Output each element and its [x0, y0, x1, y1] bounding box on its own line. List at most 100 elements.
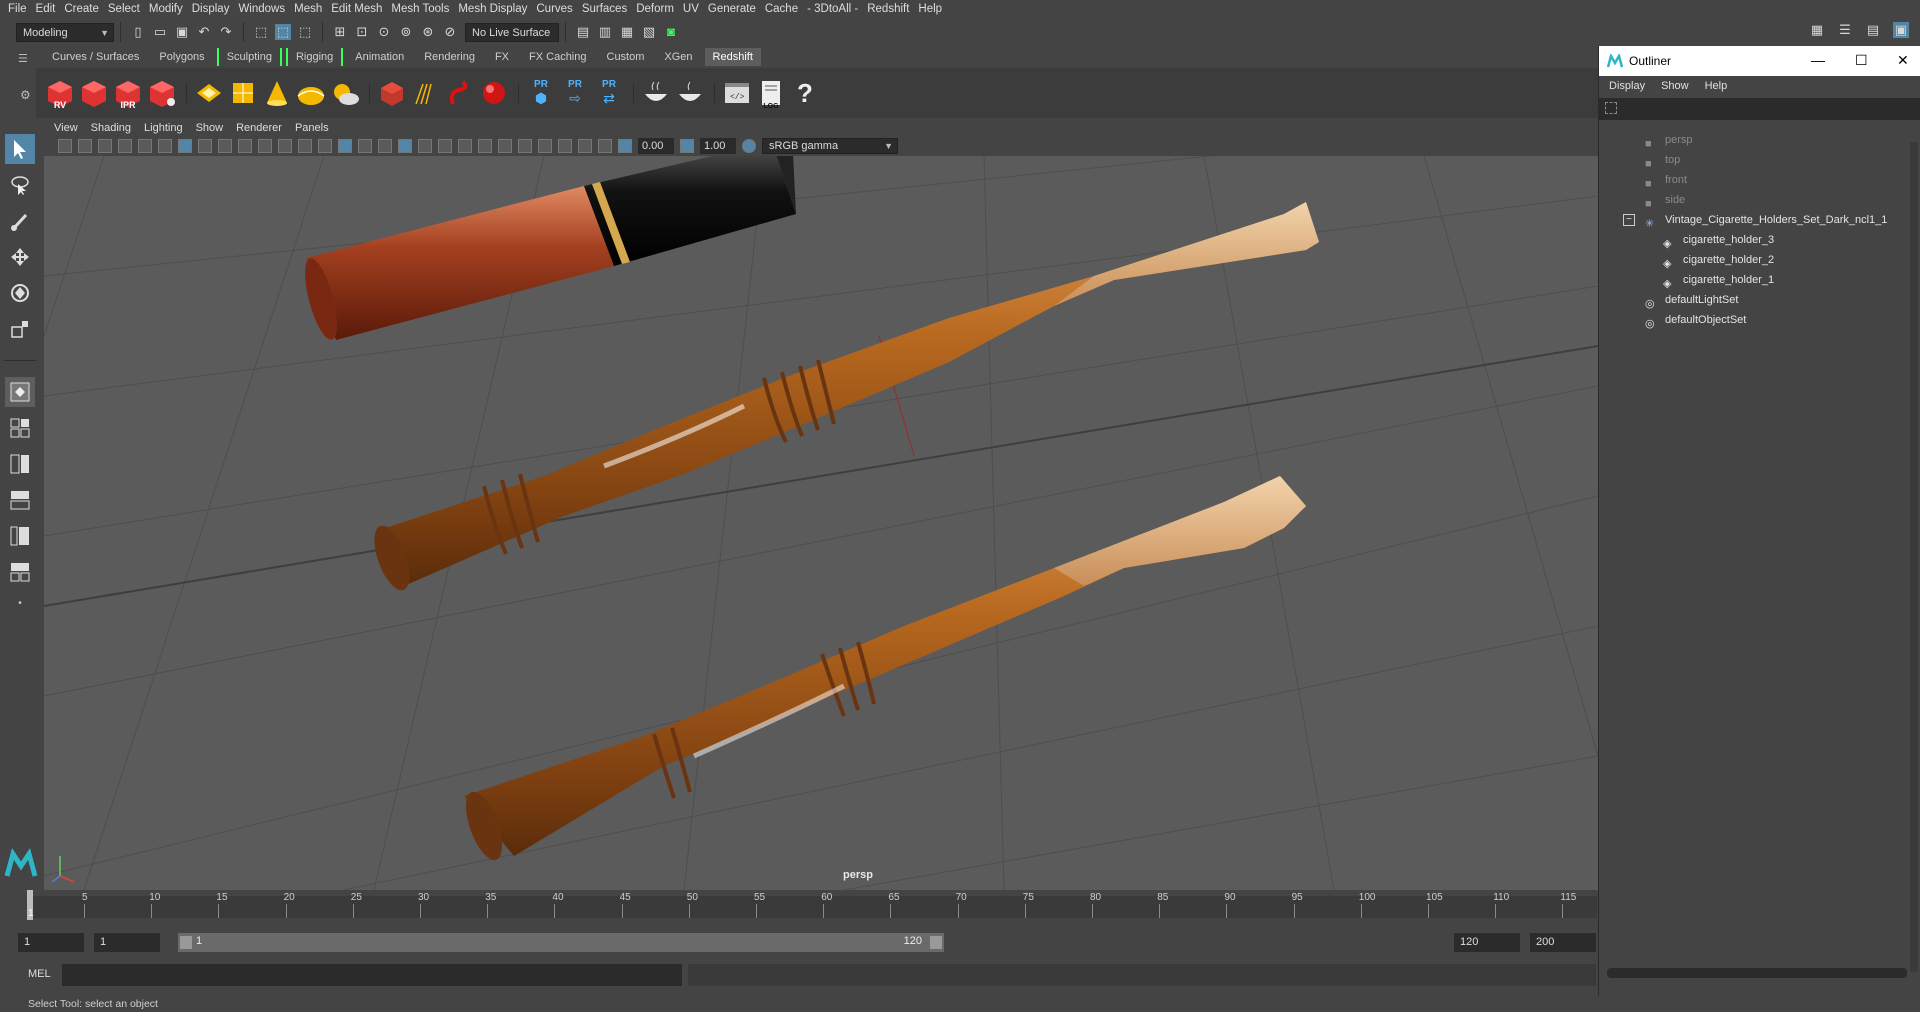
outliner-item-persp[interactable]: ■ persp	[1645, 130, 1693, 150]
wireframe-on-shaded-icon[interactable]	[378, 139, 392, 153]
time-slider[interactable]: 1 5 10 15 20 25 30 35 40 45 50 55 60 65 70 75 80 85 90 95 1…	[0, 890, 1598, 920]
outliner-item-cigarette-holder-1[interactable]: ◈ cigarette_holder_1	[1663, 270, 1774, 290]
menu-uv[interactable]: UV	[683, 3, 708, 15]
menu-create[interactable]: Create	[64, 3, 108, 15]
select-hierarchy-icon[interactable]: ⬚	[253, 24, 269, 40]
move-tool-button[interactable]	[5, 242, 35, 272]
tab-sculpting[interactable]: Sculpting	[216, 48, 282, 66]
menu-windows[interactable]: Windows	[238, 3, 294, 15]
dome-light-button[interactable]	[295, 74, 327, 112]
outliner-title-bar[interactable]: Outliner — ☐ ✕	[1599, 46, 1920, 76]
single-view-layout-button[interactable]	[5, 377, 35, 407]
outliner-menu-show[interactable]: Show	[1661, 80, 1689, 92]
outliner-item-cigarette-holder-3[interactable]: ◈ cigarette_holder_3	[1663, 230, 1774, 250]
depth-of-field-icon[interactable]	[518, 139, 532, 153]
mel-label[interactable]: MEL	[28, 968, 51, 980]
tab-rendering[interactable]: Rendering	[416, 48, 483, 66]
outliner-search-input[interactable]	[1599, 98, 1920, 120]
outliner-item-cigarette-holder-2[interactable]: ◈ cigarette_holder_2	[1663, 250, 1774, 270]
gamma-toggle-icon[interactable]	[680, 139, 694, 153]
render-view-icon[interactable]: ◙	[663, 24, 679, 40]
gear-icon[interactable]: ⚙	[20, 88, 31, 102]
pr-button-2[interactable]: PR ⇨	[559, 74, 591, 112]
menu-surfaces[interactable]: Surfaces	[582, 3, 636, 15]
outliner-item-top[interactable]: ■ top	[1645, 150, 1680, 170]
sun-sky-button[interactable]	[329, 74, 361, 112]
menu-generate[interactable]: Generate	[708, 3, 765, 15]
menu-display[interactable]: Display	[192, 3, 239, 15]
range-bar[interactable]: 1 120	[178, 933, 944, 952]
outliner-item-front[interactable]: ■ front	[1645, 170, 1687, 190]
side-by-side-layout-button[interactable]	[5, 449, 35, 479]
menu-mesh-tools[interactable]: Mesh Tools	[391, 3, 458, 15]
sphere-button[interactable]	[478, 74, 510, 112]
pr-button-3[interactable]: PR ⇄	[593, 74, 625, 112]
smooth-shade-icon[interactable]	[338, 139, 352, 153]
menu-redshift[interactable]: Redshift	[867, 3, 918, 15]
menu-file[interactable]: File	[8, 3, 36, 15]
render-view-rv-button[interactable]: RV	[44, 74, 76, 112]
xray-joints-icon[interactable]	[578, 139, 592, 153]
menu-cache[interactable]: Cache	[765, 3, 807, 15]
exposure-field[interactable]: 0.00	[638, 138, 674, 154]
safe-title-icon[interactable]	[298, 139, 312, 153]
wireframe-icon[interactable]	[318, 139, 332, 153]
snap-view-icon[interactable]: ⊚	[398, 24, 414, 40]
render-snapshot-button[interactable]	[78, 74, 110, 112]
live-surface-field[interactable]: No Live Surface	[465, 22, 559, 42]
animation-end-field[interactable]: 200	[1530, 933, 1596, 952]
lasso-tool-button[interactable]	[5, 170, 35, 200]
tab-fx[interactable]: FX	[487, 48, 517, 66]
script-editor-button[interactable]: </>	[721, 74, 753, 112]
menu-mesh-display[interactable]: Mesh Display	[458, 3, 536, 15]
outliner-menu-help[interactable]: Help	[1705, 80, 1728, 92]
camera-attributes-icon[interactable]	[138, 139, 152, 153]
menu-3dtoall[interactable]: - 3DtoAll -	[807, 3, 867, 15]
snap-grid-icon[interactable]: ⊞	[332, 24, 348, 40]
save-scene-icon[interactable]: ▣	[174, 24, 190, 40]
curve-button[interactable]	[444, 74, 476, 112]
use-all-lights-icon[interactable]	[418, 139, 432, 153]
outliner-layout-button[interactable]	[5, 521, 35, 551]
shelf-menu-icon[interactable]: ☰	[18, 52, 34, 65]
hypershade-icon[interactable]: ▧	[641, 24, 657, 40]
minimize-icon[interactable]: —	[1811, 52, 1825, 68]
panel-menu-renderer[interactable]: Renderer	[236, 122, 282, 134]
outliner-menu-display[interactable]: Display	[1609, 80, 1645, 92]
color-management-icon[interactable]	[742, 139, 756, 153]
tool-settings-icon[interactable]: ▤	[1865, 22, 1881, 38]
anti-aliasing-icon[interactable]	[498, 139, 512, 153]
cigarette-holder-1-mesh[interactable]	[459, 476, 1306, 865]
exposure-toggle-icon[interactable]	[618, 139, 632, 153]
animation-start-field[interactable]: 1	[18, 933, 84, 952]
more-layouts-icon[interactable]: •	[5, 593, 35, 613]
camera-select-icon[interactable]	[58, 139, 72, 153]
range-start-handle[interactable]	[180, 936, 192, 949]
menu-modify[interactable]: Modify	[149, 3, 192, 15]
playback-end-field[interactable]: 120	[1454, 933, 1520, 952]
select-tool-button[interactable]	[5, 134, 35, 164]
color-space-dropdown[interactable]: sRGB gamma ▼	[762, 138, 898, 154]
material-bowl-button[interactable]	[640, 74, 672, 112]
stacked-layout-button[interactable]	[5, 485, 35, 515]
log-button[interactable]: LOG	[755, 74, 787, 112]
select-component-icon[interactable]: ⬚	[297, 24, 313, 40]
rotate-tool-button[interactable]	[5, 278, 35, 308]
panel-menu-shading[interactable]: Shading	[91, 122, 131, 134]
attribute-editor-icon[interactable]: ☰	[1837, 22, 1853, 38]
tab-xgen[interactable]: XGen	[656, 48, 700, 66]
perspective-viewport[interactable]	[44, 156, 1598, 890]
outliner-item-default-light-set[interactable]: ◎ defaultLightSet	[1645, 290, 1738, 310]
outliner-vertical-scrollbar[interactable]	[1910, 142, 1918, 972]
scale-tool-button[interactable]	[5, 314, 35, 344]
playback-start-field[interactable]: 1	[94, 933, 160, 952]
material-bowl2-button[interactable]	[674, 74, 706, 112]
outliner-horizontal-scrollbar[interactable]	[1607, 968, 1907, 978]
resolution-gate-icon[interactable]	[218, 139, 232, 153]
screen-space-ao-icon[interactable]	[458, 139, 472, 153]
default-material-icon[interactable]	[358, 139, 372, 153]
tab-fx-caching[interactable]: FX Caching	[521, 48, 594, 66]
safe-action-icon[interactable]	[278, 139, 292, 153]
spot-light-button[interactable]	[261, 74, 293, 112]
image-plane-icon[interactable]	[118, 139, 132, 153]
